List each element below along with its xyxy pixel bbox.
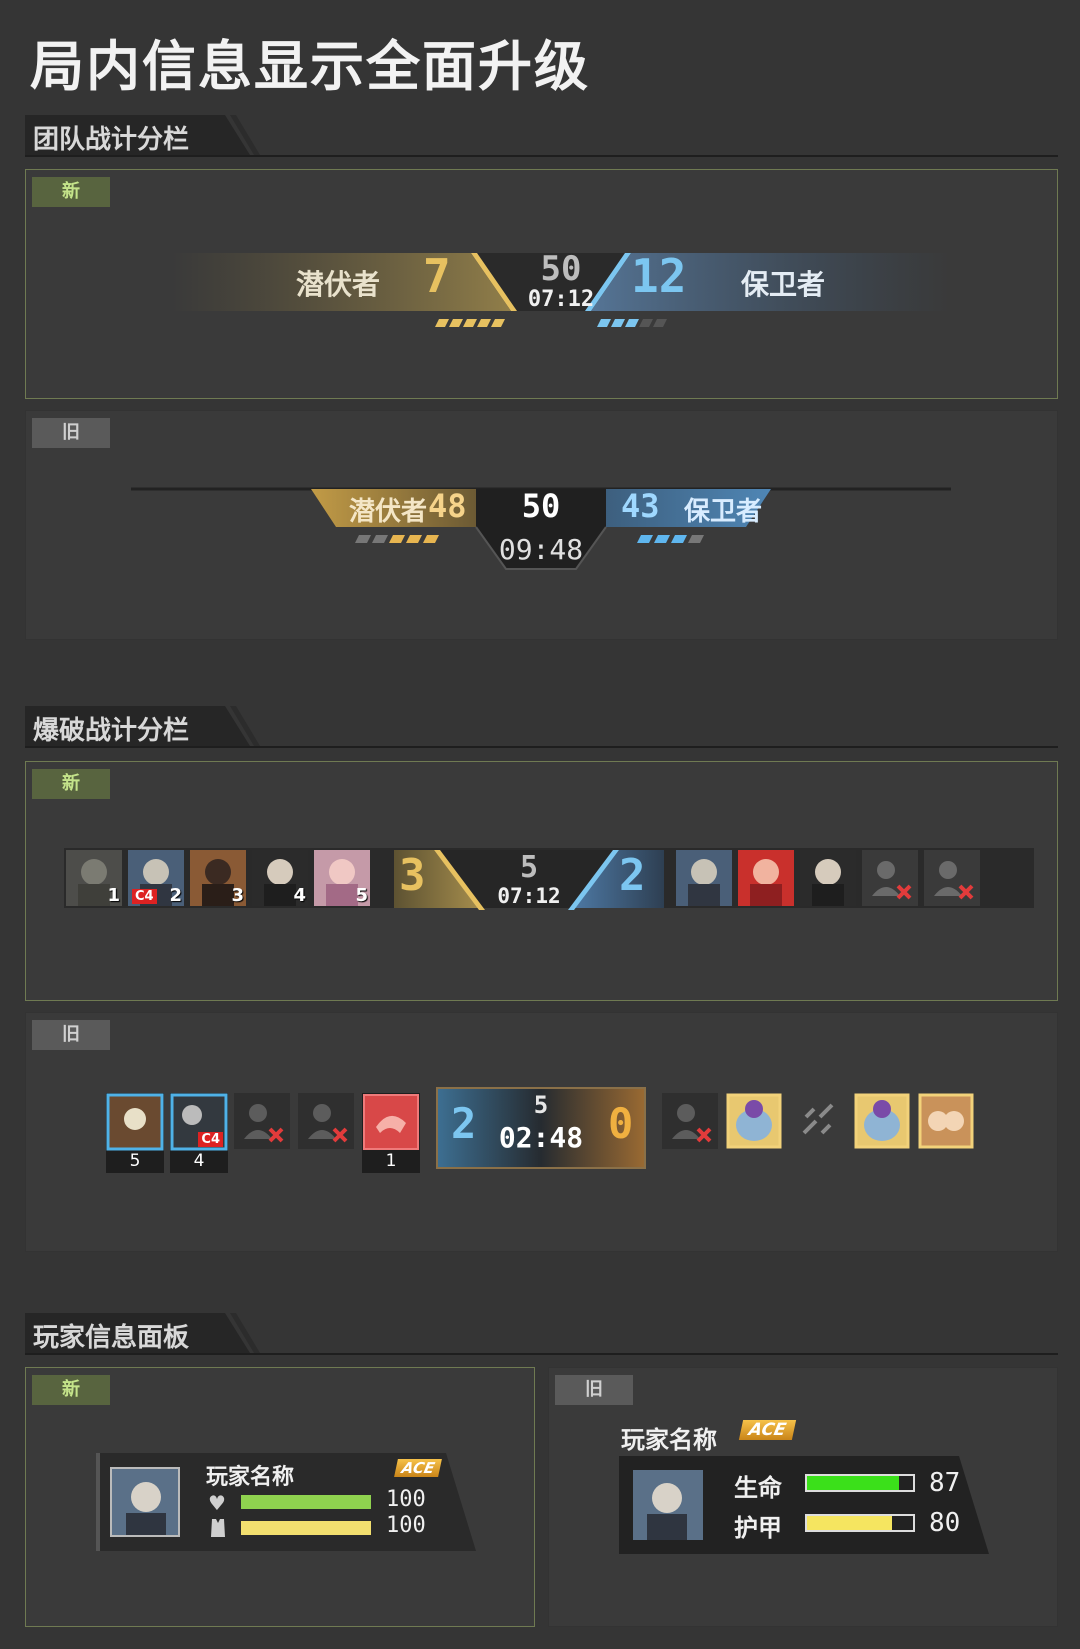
player-avatar xyxy=(110,1467,180,1537)
player-portrait: 4 xyxy=(252,850,308,906)
player-slot: 1 xyxy=(362,1093,420,1173)
player-old-armor-label: 护甲 xyxy=(734,1514,782,1542)
section-header-team: 团队战计分栏 xyxy=(25,115,1058,157)
section-title-bomb: 爆破战计分栏 xyxy=(33,716,190,746)
player-new-panel: 新 玩家名称 ACE ♥ 100 100 xyxy=(25,1367,535,1627)
player-portrait xyxy=(738,850,794,906)
bomb-old-scorebar: 5 C4 4 1 2 5 02:48 0 xyxy=(106,1087,1006,1183)
bomb-new-right-score: 2 xyxy=(619,850,646,901)
bomb-new-panel: 新 1 C4 2 3 4 5 3 5 07:12 2 xyxy=(25,761,1058,1001)
team-old-panel: 旧 潜伏者 48 50 09:48 43 保卫者 xyxy=(25,410,1058,640)
new-tag: 新 xyxy=(32,177,110,207)
armor-vest-icon xyxy=(211,1519,225,1537)
team-old-time: 09:48 xyxy=(498,533,584,566)
team-old-target: 50 xyxy=(521,487,561,525)
team-old-right-name: 保卫者 xyxy=(684,497,763,527)
bomb-old-right-score: 0 xyxy=(608,1099,634,1148)
bomb-old-target: 5 xyxy=(533,1091,549,1119)
player-old-health-bar xyxy=(805,1474,915,1492)
bomb-new-left-score: 3 xyxy=(399,850,426,901)
player-old-armor-value: 80 xyxy=(929,1508,961,1538)
player-old-card: 生命 87 护甲 80 xyxy=(619,1456,989,1554)
team-new-left-name: 潜伏者 xyxy=(296,268,381,301)
bomb-new-time: 07:12 xyxy=(497,884,561,908)
armor-bar-fill xyxy=(807,1516,892,1530)
team-old-right-score: 43 xyxy=(621,487,660,525)
health-bar-fill xyxy=(241,1495,371,1509)
player-old-armor-bar xyxy=(805,1514,915,1532)
dead-player-icon xyxy=(924,850,980,906)
player-portrait: 5 xyxy=(314,850,370,906)
player-slot xyxy=(854,1093,910,1149)
c4-badge: C4 xyxy=(198,1132,223,1147)
team-new-target: 50 xyxy=(540,249,582,289)
player-slot: C4 4 xyxy=(170,1093,228,1173)
section-title-player: 玩家信息面板 xyxy=(33,1323,190,1353)
team-new-right-score: 12 xyxy=(631,249,687,303)
ace-badge-icon: ACE xyxy=(394,1459,443,1477)
team-new-scorebar: 潜伏者 7 50 07:12 12 保卫者 xyxy=(171,243,951,333)
player-slot: 5 xyxy=(106,1093,164,1173)
page-title: 局内信息显示全面升级 xyxy=(30,35,590,98)
slot-disconnected-icon xyxy=(790,1093,846,1149)
player-slot xyxy=(918,1093,974,1149)
bomb-new-scorebar: 1 C4 2 3 4 5 3 5 07:12 2 xyxy=(64,848,1034,918)
old-tag: 旧 xyxy=(555,1375,633,1405)
health-bar-fill xyxy=(807,1476,900,1490)
team-new-time: 07:12 xyxy=(527,287,595,312)
player-old-health-label: 生命 xyxy=(734,1474,782,1502)
player-new-armor-value: 100 xyxy=(386,1513,426,1538)
section-header-bomb: 爆破战计分栏 xyxy=(25,706,1058,748)
player-portrait: 3 xyxy=(190,850,246,906)
team-old-scorebar: 潜伏者 48 50 09:48 43 保卫者 xyxy=(131,479,951,589)
ace-badge-icon: ACE xyxy=(738,1420,796,1440)
player-new-name: 玩家名称 xyxy=(206,1465,295,1490)
section-header-player: 玩家信息面板 xyxy=(25,1313,1058,1355)
dead-player-icon xyxy=(298,1093,354,1149)
team-old-left-name: 潜伏者 xyxy=(349,497,428,527)
player-slot xyxy=(726,1093,782,1149)
team-old-left-score: 48 xyxy=(428,487,467,525)
team-new-left-score: 7 xyxy=(423,249,451,303)
old-tag: 旧 xyxy=(32,1020,110,1050)
player-new-armor-bar xyxy=(241,1521,371,1535)
new-tag: 新 xyxy=(32,769,110,799)
player-new-card: 玩家名称 ACE ♥ 100 100 xyxy=(96,1453,476,1551)
player-portrait: 1 xyxy=(66,850,122,906)
health-heart-icon: ♥ xyxy=(208,1491,226,1515)
section-title-team: 团队战计分栏 xyxy=(33,125,190,155)
bomb-new-target: 5 xyxy=(519,850,539,885)
player-new-health-value: 100 xyxy=(386,1487,426,1512)
player-avatar xyxy=(633,1470,703,1540)
player-portrait xyxy=(800,850,856,906)
dead-player-icon xyxy=(662,1093,718,1149)
c4-badge: C4 xyxy=(132,889,157,904)
bomb-old-time: 02:48 xyxy=(498,1121,584,1154)
team-new-right-name: 保卫者 xyxy=(741,268,826,301)
player-old-health-value: 87 xyxy=(929,1468,961,1498)
team-new-panel: 新 潜伏者 7 50 07:12 12 保卫者 xyxy=(25,169,1058,399)
player-portrait: C4 2 xyxy=(128,850,184,906)
bomb-old-left-score: 2 xyxy=(451,1099,477,1148)
player-old-panel: 旧 玩家名称 ACE 生命 87 护甲 80 xyxy=(548,1367,1058,1627)
dead-player-icon xyxy=(234,1093,290,1149)
player-old-name: 玩家名称 xyxy=(621,1426,717,1454)
old-tag: 旧 xyxy=(32,418,110,448)
bomb-old-panel: 旧 5 C4 4 1 2 5 02:48 0 xyxy=(25,1012,1058,1252)
new-tag: 新 xyxy=(32,1375,110,1405)
player-new-health-bar xyxy=(241,1495,371,1509)
dead-player-icon xyxy=(862,850,918,906)
player-portrait xyxy=(676,850,732,906)
armor-bar-fill xyxy=(241,1521,371,1535)
